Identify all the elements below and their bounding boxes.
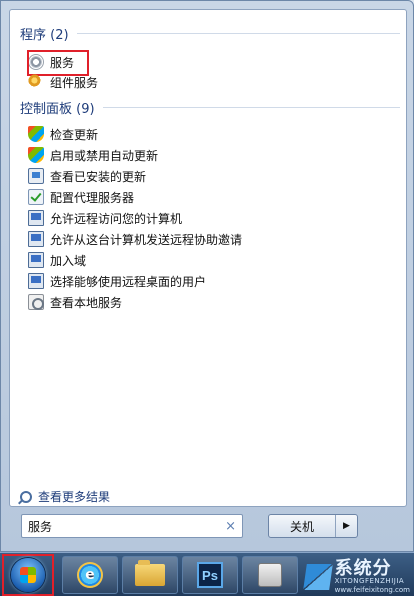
search-results-pane: 程序 (2) 服务 组件服务 控制面板 (9) 检查更新 启用或禁用自动更新 查… xyxy=(9,9,407,507)
shutdown-button[interactable]: 关机 xyxy=(269,515,335,537)
local-services-icon xyxy=(28,294,44,310)
see-more-results-link[interactable]: 查看更多结果 xyxy=(20,488,110,505)
search-input-value: 服务 xyxy=(28,519,53,534)
remote-access-icon xyxy=(28,273,44,289)
group-divider xyxy=(102,107,400,108)
control-panel-group-title: 控制面板 (9) xyxy=(20,102,95,117)
result-installed-updates[interactable]: 查看已安装的更新 xyxy=(28,166,146,186)
result-label: 允许远程访问您的计算机 xyxy=(50,211,183,226)
folder-icon xyxy=(135,560,165,586)
result-label: 查看已安装的更新 xyxy=(50,169,147,184)
watermark-logo-icon xyxy=(302,563,333,590)
windows-update-icon xyxy=(28,147,44,163)
internet-explorer-icon: e xyxy=(77,562,103,588)
shutdown-options-arrow-icon[interactable]: ▶ xyxy=(335,515,357,537)
start-menu: 程序 (2) 服务 组件服务 控制面板 (9) 检查更新 启用或禁用自动更新 查… xyxy=(0,0,414,552)
result-auto-update[interactable]: 启用或禁用自动更新 xyxy=(28,145,158,165)
result-component-services[interactable]: 组件服务 xyxy=(28,72,98,92)
result-label: 查看本地服务 xyxy=(50,295,123,310)
result-label: 配置代理服务器 xyxy=(50,190,135,205)
result-label: 选择能够使用远程桌面的用户 xyxy=(50,274,207,289)
result-join-domain[interactable]: 加入域 xyxy=(28,250,86,270)
control-panel-group-header[interactable]: 控制面板 (9) xyxy=(20,98,400,117)
photoshop-icon: Ps xyxy=(197,562,223,588)
taskbar-file-explorer[interactable] xyxy=(122,556,178,594)
result-remote-desktop-users[interactable]: 选择能够使用远程桌面的用户 xyxy=(28,271,206,291)
group-divider xyxy=(76,33,400,34)
result-local-services[interactable]: 查看本地服务 xyxy=(28,292,122,312)
taskbar-photoshop[interactable]: Ps xyxy=(182,556,238,594)
windows-update-icon xyxy=(28,126,44,142)
taskbar-app[interactable] xyxy=(242,556,298,594)
clear-search-icon[interactable]: × xyxy=(225,519,236,534)
watermark-text: 系统分 xyxy=(334,558,392,578)
taskbar-internet-explorer[interactable]: e xyxy=(62,556,118,594)
result-remote-access[interactable]: 允许远程访问您的计算机 xyxy=(28,208,182,228)
watermark-url: www.feifeixitong.com xyxy=(334,586,410,594)
remote-access-icon xyxy=(28,231,44,247)
result-proxy-server[interactable]: 配置代理服务器 xyxy=(28,187,134,207)
start-button[interactable] xyxy=(2,554,54,596)
result-remote-assistance[interactable]: 允许从这台计算机发送远程协助邀请 xyxy=(28,229,242,249)
watermark-subtext: XITONGFENZHIJIA xyxy=(334,577,405,585)
result-label: 检查更新 xyxy=(50,127,99,142)
result-label: 启用或禁用自动更新 xyxy=(50,148,159,163)
result-label: 加入域 xyxy=(50,253,87,268)
application-icon xyxy=(258,563,282,587)
programs-group-title: 程序 (2) xyxy=(20,28,69,43)
search-icon xyxy=(20,490,32,503)
programs-group-header[interactable]: 程序 (2) xyxy=(20,24,400,43)
proxy-settings-icon xyxy=(28,189,44,205)
see-more-label: 查看更多结果 xyxy=(38,490,111,504)
remote-access-icon xyxy=(28,252,44,268)
result-check-updates[interactable]: 检查更新 xyxy=(28,124,98,144)
search-input[interactable]: 服务 × xyxy=(21,514,243,538)
shutdown-button-group: 关机 ▶ xyxy=(268,514,358,538)
site-watermark: 系统分 XITONGFENZHIJIA www.feifeixitong.com xyxy=(302,558,410,594)
result-label: 组件服务 xyxy=(50,75,99,90)
windows-logo-icon xyxy=(11,558,45,592)
result-label: 允许从这台计算机发送远程协助邀请 xyxy=(50,232,243,247)
remote-access-icon xyxy=(28,210,44,226)
taskbar: e Ps 系统分 XITONGFENZHIJIA www.feifeixiton… xyxy=(0,552,414,596)
component-services-icon xyxy=(28,74,44,90)
installed-updates-icon xyxy=(28,168,44,184)
